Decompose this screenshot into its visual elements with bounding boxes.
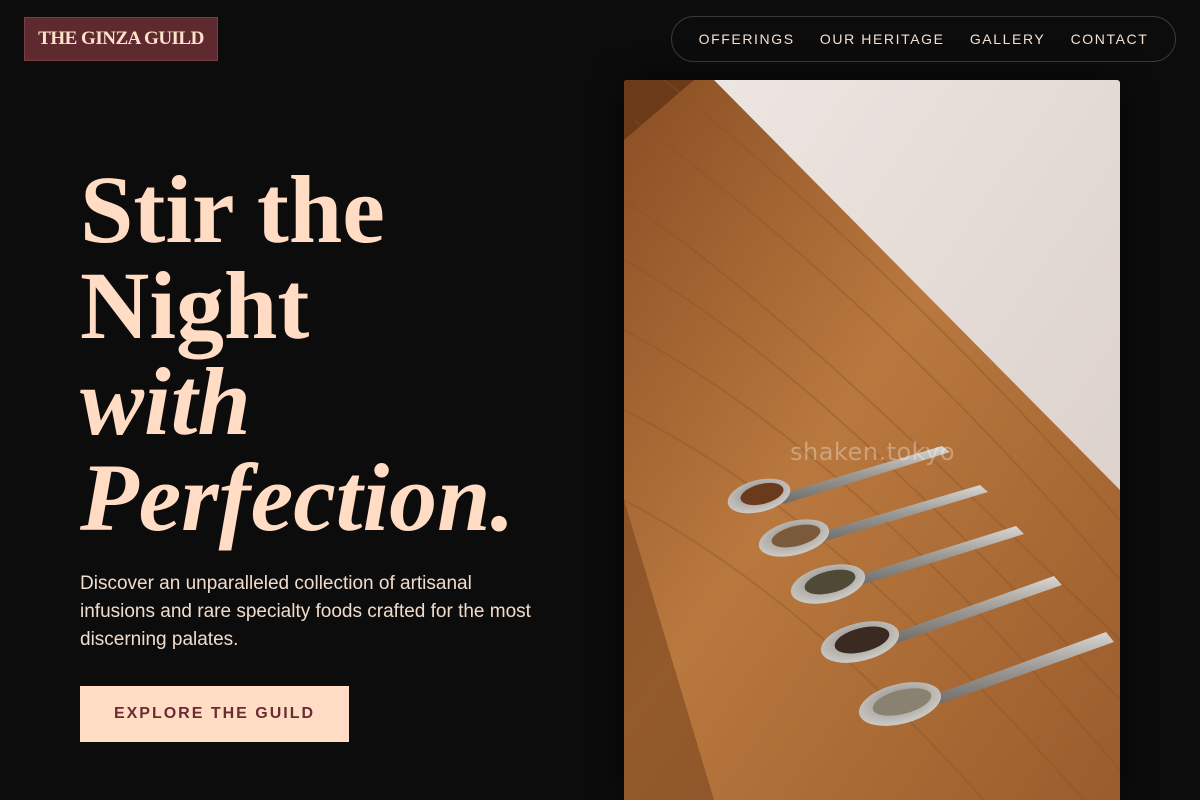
- nav-item-contact[interactable]: CONTACT: [1071, 31, 1149, 47]
- headline-line-2: Night: [80, 252, 310, 359]
- nav-item-offerings[interactable]: OFFERINGS: [699, 31, 795, 47]
- hero-photo: shaken.tokyo: [624, 80, 1120, 800]
- hero-headline: Stir the Night with Perfection.: [80, 162, 515, 546]
- photo-watermark: shaken.tokyo: [790, 438, 956, 466]
- nav-item-gallery[interactable]: GALLERY: [970, 31, 1046, 47]
- nav-item-our-heritage[interactable]: OUR HERITAGE: [820, 31, 945, 47]
- explore-guild-button[interactable]: EXPLORE THE GUILD: [80, 686, 349, 742]
- headline-line-3: with: [80, 348, 251, 455]
- headline-line-4: Perfection.: [80, 444, 515, 551]
- brand-logo[interactable]: THE GINZA GUILD: [24, 17, 218, 61]
- headline-line-1: Stir the: [80, 156, 385, 263]
- main-nav: OFFERINGS OUR HERITAGE GALLERY CONTACT: [671, 16, 1176, 62]
- hero-description: Discover an unparalleled collection of a…: [80, 573, 531, 650]
